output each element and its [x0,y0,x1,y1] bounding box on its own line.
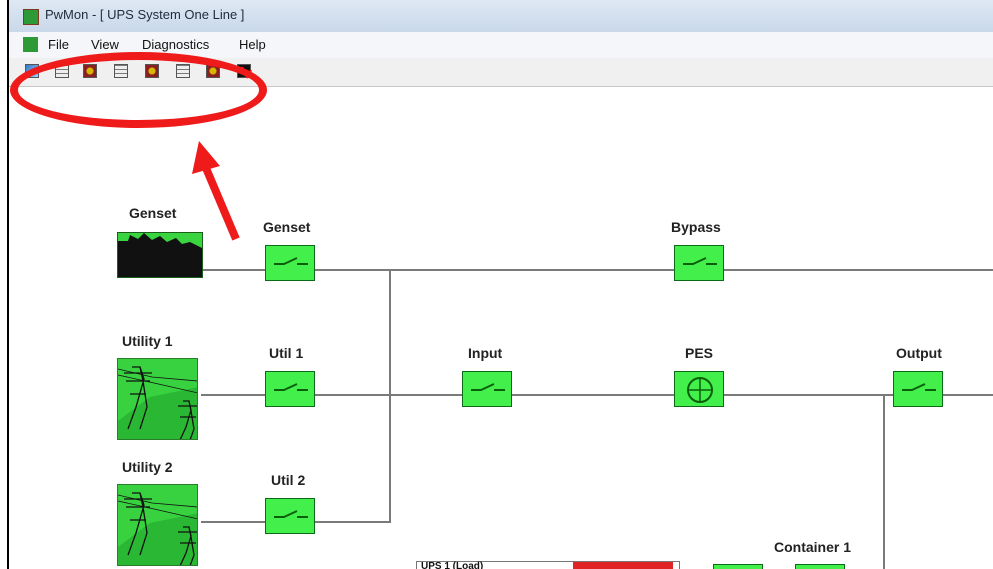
title-bar: PwMon - [ UPS System One Line ] [9,0,993,33]
genset-source-label: Genset [129,205,177,221]
bus-vertical-2 [883,394,885,569]
output-label: Output [896,345,942,361]
util2-switch[interactable] [265,498,315,534]
pes-label: PES [685,345,714,361]
input-label: Input [468,345,503,361]
annotation-ellipse [10,52,267,128]
pes-switch[interactable] [674,371,724,407]
output-switch[interactable] [893,371,943,407]
container-switch-2[interactable] [795,564,845,569]
utility2-label: Utility 2 [122,459,173,475]
utility2-image[interactable] [117,484,198,566]
bypass-switch[interactable] [674,245,724,281]
menu-app-icon[interactable] [23,37,38,52]
utility1-image[interactable] [117,358,198,440]
bus-main [201,394,993,396]
ups-label: UPS 1 (Load) [421,561,484,569]
one-line-diagram: Genset Genset Bypass Utility 1 Util 1 In… [9,87,993,569]
bypass-label: Bypass [671,219,721,235]
genset-switch[interactable] [265,245,315,281]
menu-help[interactable]: Help [239,37,266,52]
container-switch-1[interactable] [713,564,763,569]
genset-switch-label: Genset [263,219,311,235]
util2-label: Util 2 [271,472,306,488]
container1-label: Container 1 [774,539,852,555]
menu-diagnostics[interactable]: Diagnostics [142,37,209,52]
input-switch[interactable] [462,371,512,407]
util1-label: Util 1 [269,345,304,361]
menu-file[interactable]: File [48,37,69,52]
bus-genset-bypass [201,269,993,271]
genset-image[interactable] [117,232,203,278]
ups-status-bar[interactable]: UPS 1 (Load) [416,561,680,569]
window-title: PwMon - [ UPS System One Line ] [45,7,245,22]
util1-switch[interactable] [265,371,315,407]
bus-vertical-1 [389,269,391,523]
menu-view[interactable]: View [91,37,119,52]
ups-alert [573,562,673,569]
utility1-label: Utility 1 [122,333,173,349]
app-icon [23,9,39,25]
